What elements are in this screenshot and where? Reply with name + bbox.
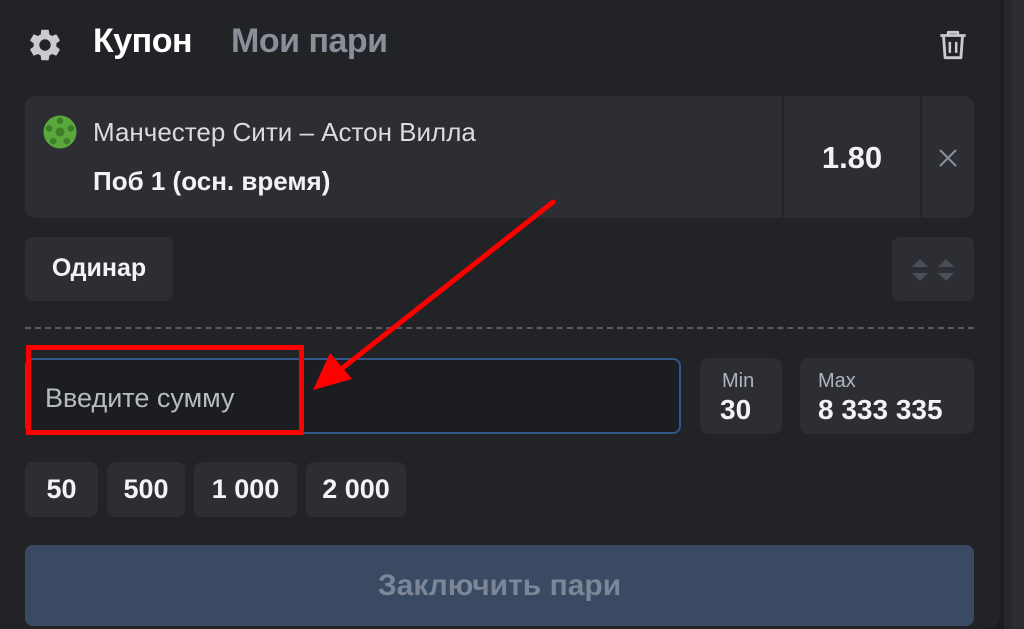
match-name: Манчестер Сити – Астон Вилла (93, 117, 476, 147)
quick-amount-button[interactable]: 500 (107, 462, 185, 517)
bet-outcome: Поб 1 (осн. время) (93, 166, 331, 196)
place-bet-button[interactable]: Заключить пари (25, 545, 974, 626)
min-value: 30 (720, 394, 752, 425)
expand-collapse-icon (912, 259, 954, 281)
close-icon[interactable] (936, 146, 960, 170)
bet-slip-panel (0, 0, 1000, 629)
max-value: 8 333 335 (818, 394, 943, 425)
max-label: Max (818, 370, 856, 392)
tab-coupon[interactable]: Купон (93, 22, 193, 61)
stake-amount-input[interactable] (45, 380, 645, 416)
quick-amount-button[interactable]: 1 000 (194, 462, 297, 517)
expand-collapse-button[interactable] (892, 237, 974, 301)
tab-my-bets[interactable]: Мои пари (231, 22, 388, 61)
trash-icon[interactable] (934, 26, 972, 64)
dashed-divider (25, 327, 974, 329)
gear-icon[interactable] (26, 26, 64, 64)
odds-value: 1.80 (821, 140, 883, 175)
quick-amount-button[interactable]: 2 000 (306, 462, 406, 517)
football-icon (43, 115, 77, 149)
bet-type-label: Одинар (51, 254, 147, 282)
scrollbar-thumb[interactable] (1012, 0, 1024, 629)
min-label: Min (722, 370, 755, 392)
divider (920, 96, 922, 218)
quick-amount-button[interactable]: 50 (25, 462, 98, 517)
